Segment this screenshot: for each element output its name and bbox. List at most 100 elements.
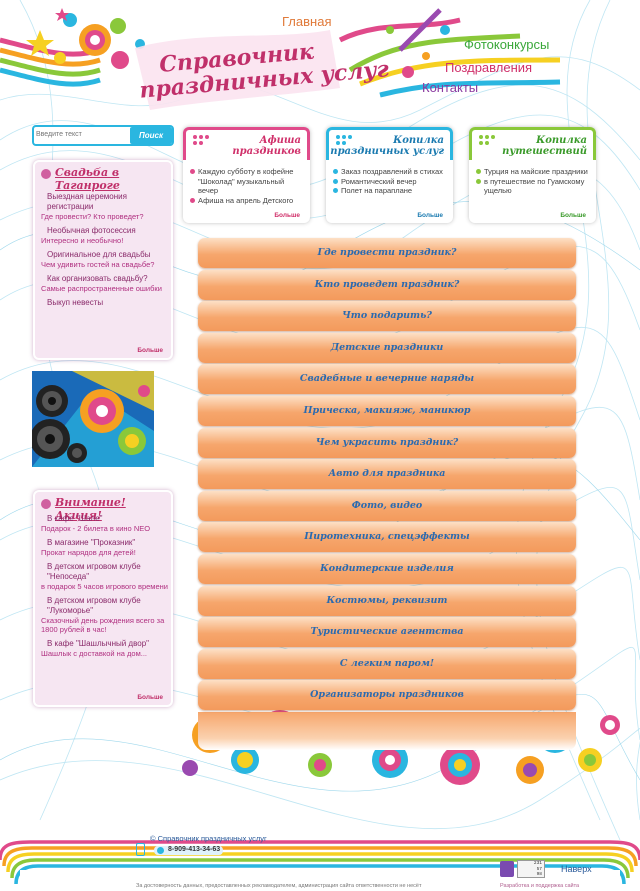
category-label: Свадебные и вечерние наряды [299, 373, 475, 385]
box-title-line-2: путешествий [502, 146, 587, 157]
bullet-icon [41, 169, 51, 179]
box-item[interactable]: Романтический вечер [332, 177, 448, 187]
back-to-top-link[interactable]: Наверх [561, 864, 592, 874]
search-button[interactable]: Поиск [130, 127, 172, 144]
item-subtitle: Где провести? Кто проведет? [41, 212, 144, 221]
category-label: Прическа, макияж, маникюр [303, 404, 471, 416]
category-item[interactable]: Детские праздники [198, 332, 576, 363]
promo-image[interactable] [32, 371, 154, 467]
nav-contacts-link[interactable]: Контакты [422, 80, 478, 95]
phone-icon [136, 843, 145, 856]
item-subtitle: Сказочный день рождения всего за 1800 ру… [41, 616, 165, 634]
category-item[interactable]: Где провести праздник? [198, 238, 576, 268]
category-item[interactable]: Что подарить? [198, 301, 576, 332]
box-header: Копилка праздничных услуг [326, 127, 453, 160]
nav-greetings-link[interactable]: Поздравления [445, 60, 532, 75]
list-item[interactable]: Выкуп невесты [41, 298, 171, 308]
category-label: С легким паром! [339, 657, 435, 669]
item-subtitle: Чем удивить гостей на свадьбе? [41, 260, 155, 269]
item-subtitle: Прокат нарядов для детей! [41, 548, 136, 557]
box-item[interactable]: Полет на параплане [332, 186, 448, 196]
box-item-list: Каждую субботу в кофейне "Шоколад" музык… [189, 167, 305, 205]
item-title: Как организовать свадьбу? [47, 274, 148, 283]
item-subtitle: Подарок - 2 билета в кино NEO [41, 524, 151, 533]
holiday-services-box: Копилка праздничных услуг Заказ поздравл… [326, 127, 453, 223]
search-form: Поиск [32, 125, 174, 146]
category-label: Где провести праздник? [317, 247, 457, 258]
box-item[interactable]: Афиша на апрель Детского [189, 196, 305, 206]
category-item[interactable]: Костюмы, реквизит [198, 585, 576, 616]
category-label: Кондитерские изделия [320, 562, 454, 574]
category-label: Организаторы праздников [310, 689, 464, 701]
search-input[interactable] [36, 128, 128, 141]
box-title-line-1: Афиша [259, 135, 302, 146]
list-item[interactable]: В кафе "Шашлычный двор" Шашлык с доставк… [41, 639, 171, 658]
item-subtitle: Самые распространенные ошибки [41, 284, 162, 293]
item-title: Выкуп невесты [47, 298, 104, 307]
dots-decoration-icon [479, 135, 495, 145]
sidebar-list: Выездная церемония регистрации Где прове… [41, 192, 171, 313]
events-poster-box: Афиша праздников Каждую субботу в кофейн… [183, 127, 310, 223]
box-title-line-1: Копилка [536, 135, 587, 146]
item-subtitle: Интересно и необычно! [41, 236, 124, 245]
item-subtitle: в подарок 5 часов игрового времени [41, 582, 168, 591]
more-link[interactable]: Больше [137, 694, 163, 701]
box-item[interactable]: Каждую субботу в кофейне "Шоколад" музык… [189, 167, 305, 196]
item-title: В кафе "Шашлычный двор" [47, 639, 149, 648]
category-label: Кто проведет праздник? [314, 278, 460, 290]
box-title[interactable]: Копилка праздничных услуг [330, 135, 444, 157]
category-item[interactable]: Чем украсить праздник? [198, 427, 576, 458]
category-label: Фото, видео [351, 499, 423, 511]
category-item[interactable]: Организаторы праздников [198, 680, 576, 711]
category-item[interactable]: Туристические агентства [198, 617, 576, 648]
category-item[interactable]: Авто для праздника [198, 459, 576, 490]
category-item[interactable]: Пиротехника, спецэффекты [198, 522, 576, 553]
nav-photo-contests-link[interactable]: Фотоконкурсы [464, 37, 549, 52]
box-item[interactable]: Турция на майские праздники [475, 167, 591, 177]
box-item[interactable]: в путешествие по Гуамскому ущелью [475, 177, 591, 196]
category-item[interactable]: Прическа, макияж, маникюр [198, 395, 576, 426]
list-item[interactable]: В кафе "Шале" Подарок - 2 билета в кино … [41, 514, 171, 533]
item-title: Необычная фотосессия [47, 226, 136, 235]
developer-link[interactable]: Разработка и поддержка сайта [500, 883, 579, 889]
category-label: Пиротехника, спецэффекты [304, 531, 470, 543]
visit-counter[interactable]: 231 57 98 [517, 860, 545, 878]
dots-decoration-icon [193, 135, 209, 145]
promo-sidebar-box: Внимание! Акция! В кафе "Шале" Подарок -… [33, 490, 173, 707]
list-item[interactable]: В детском игровом клубе "Лукоморье" Сказ… [41, 596, 171, 634]
more-link[interactable]: Больше [417, 212, 443, 219]
item-title: В кафе "Шале" [47, 514, 103, 523]
category-item[interactable]: Кондитерские изделия [198, 553, 576, 584]
box-title[interactable]: Афиша праздников [232, 135, 301, 157]
box-title-line-2: праздничных услуг [330, 146, 444, 157]
phone-number: 8-909-413-34-63 [154, 846, 224, 855]
list-item[interactable]: Выездная церемония регистрации Где прове… [41, 192, 171, 221]
category-item[interactable]: С легким паром! [198, 648, 576, 679]
item-title: В магазине "Проказник" [47, 538, 136, 547]
category-item[interactable]: Кто проведет праздник? [198, 269, 576, 300]
nav-home-link[interactable]: Главная [282, 14, 331, 29]
box-title-line-1: Копилка [393, 135, 444, 146]
category-label: Костюмы, реквизит [326, 594, 448, 606]
list-item[interactable]: В детском игровом клубе "Непоседа" в под… [41, 562, 171, 591]
sidebar-title[interactable]: Свадьба в Таганроге [55, 166, 171, 192]
list-item[interactable]: Как организовать свадьбу? Самые распрост… [41, 274, 171, 293]
list-item[interactable]: Необычная фотосессия Интересно и необычн… [41, 226, 171, 245]
box-title-line-2: праздников [232, 146, 301, 157]
list-item[interactable]: Оригинальное для свадьбы Чем удивить гос… [41, 250, 171, 269]
box-item-list: Заказ поздравлений в стихах Романтически… [332, 167, 448, 196]
more-link[interactable]: Больше [560, 212, 586, 219]
category-item[interactable]: Фото, видео [198, 490, 576, 521]
more-link[interactable]: Больше [137, 347, 163, 354]
item-subtitle: Шашлык с доставкой на дом... [41, 649, 147, 658]
list-item[interactable]: В магазине "Проказник" Прокат нарядов дл… [41, 538, 171, 557]
more-link[interactable]: Больше [274, 212, 300, 219]
counter-logo-icon[interactable] [500, 861, 514, 877]
item-title: В детском игровом клубе "Непоседа" [47, 562, 141, 581]
travel-box: Копилка путешествий Турция на майские пр… [469, 127, 596, 223]
category-item[interactable]: Свадебные и вечерние наряды [198, 364, 576, 395]
item-title: В детском игровом клубе "Лукоморье" [47, 596, 141, 615]
box-title[interactable]: Копилка путешествий [502, 135, 587, 157]
box-item[interactable]: Заказ поздравлений в стихах [332, 167, 448, 177]
bullet-icon [41, 499, 51, 509]
